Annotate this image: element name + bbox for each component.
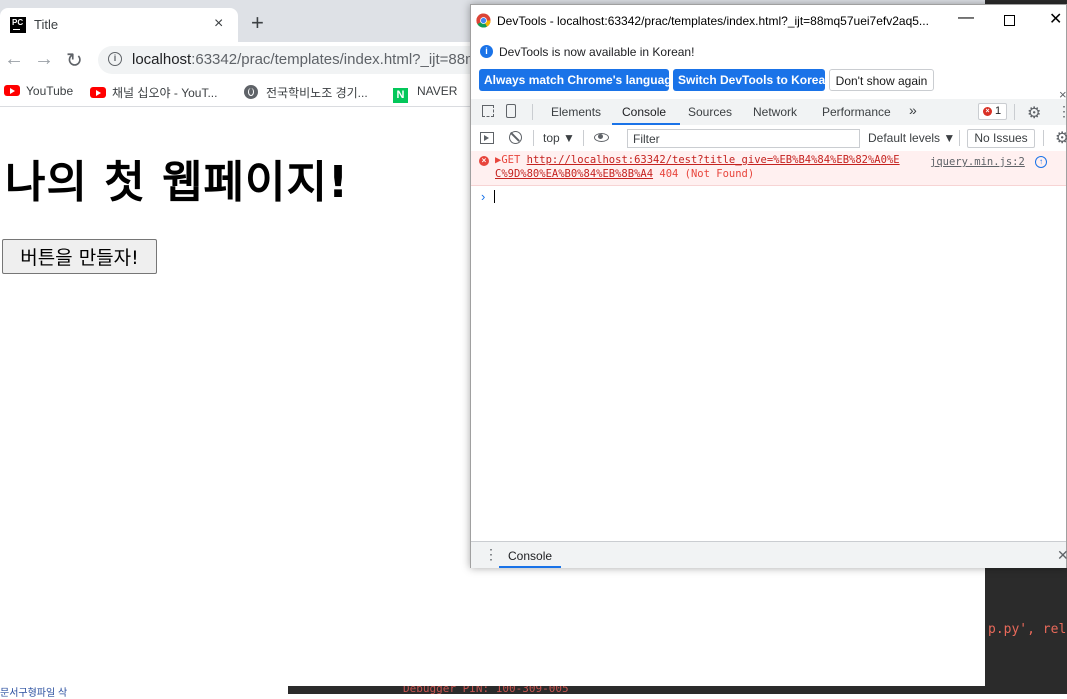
page-heading: 나의 첫 웹페이지!	[5, 157, 350, 208]
url-text[interactable]: localhost:63342/prac/templates/index.htm…	[132, 51, 486, 68]
url-path: :63342/prac/templates/index.html?_ijt=88…	[191, 51, 486, 68]
match-language-button[interactable]: Always match Chrome's language	[479, 69, 678, 91]
console-drawer: ⋮ Console ✕	[471, 541, 1067, 568]
divider	[1043, 130, 1044, 146]
drawer-tab-console[interactable]: Console	[508, 549, 552, 563]
bookmark-label: YouTube	[26, 84, 74, 98]
browser-tab[interactable]: PC Title ×	[0, 8, 238, 42]
taskbar-text: 문서구형파일 삭	[0, 688, 68, 699]
reload-icon[interactable]: ↻	[66, 48, 83, 73]
bookmark-naver[interactable]: N NAVER	[393, 84, 457, 103]
chrome-icon	[476, 13, 491, 28]
error-status: 404 (Not Found)	[659, 168, 755, 180]
close-icon[interactable]: ×	[214, 15, 223, 33]
drawer-close-icon[interactable]: ✕	[1057, 547, 1067, 564]
console-settings-icon[interactable]: ⚙	[1055, 128, 1067, 148]
pycharm-icon: PC	[10, 17, 26, 33]
back-arrow-icon[interactable]: ←	[4, 48, 24, 71]
editor-code-snippet: p.py', rel	[988, 622, 1067, 637]
error-icon: ×	[983, 107, 992, 116]
youtube-icon	[90, 87, 106, 98]
error-source-link[interactable]: jquery.min.js:2	[930, 156, 1025, 168]
live-expression-eye-icon[interactable]	[594, 133, 609, 142]
close-window-icon[interactable]: ✕	[1049, 9, 1062, 29]
drawer-active-indicator	[499, 566, 561, 568]
bookmark-label: 전국학비노조 경기...	[266, 86, 368, 100]
globe-icon	[244, 85, 258, 99]
more-options-icon[interactable]: ⋮	[1057, 103, 1067, 120]
error-method[interactable]: ▶GET	[495, 154, 520, 166]
settings-gear-icon[interactable]: ⚙	[1027, 103, 1041, 123]
site-info-icon[interactable]: i	[108, 52, 122, 66]
forward-arrow-icon[interactable]: →	[34, 48, 54, 71]
error-count-badge[interactable]: × 1	[978, 103, 1007, 120]
naver-icon: N	[393, 88, 408, 103]
error-url-part1[interactable]: http://localhost:63342/test?title_give=%…	[527, 154, 900, 166]
error-line-1: ▶GET http://localhost:63342/test?title_g…	[495, 154, 900, 166]
infobar-message: DevTools is now available in Korean!	[499, 45, 695, 59]
divider	[532, 104, 533, 120]
divider	[1014, 104, 1015, 120]
bookmark-label: NAVER	[417, 84, 458, 98]
switch-korean-button[interactable]: Switch DevTools to Korean	[673, 69, 832, 91]
console-toolbar: top ▼ Default levels ▼ No Issues ⚙	[471, 125, 1067, 152]
devtools-window: DevTools - localhost:63342/prac/template…	[470, 4, 1067, 568]
maximize-icon[interactable]	[1004, 15, 1015, 26]
info-icon: i	[480, 45, 493, 58]
tab-title: Title	[34, 17, 59, 32]
context-select[interactable]: top ▼	[543, 131, 575, 145]
new-tab-button[interactable]: +	[251, 12, 264, 34]
network-request-icon[interactable]: ↑	[1035, 156, 1047, 168]
more-tabs-icon[interactable]: »	[909, 102, 917, 118]
error-icon: ×	[479, 156, 489, 166]
terminal-snippet: Debugger PIN: 100-309-005	[403, 686, 569, 694]
error-count: 1	[995, 105, 1002, 117]
divider	[959, 130, 960, 146]
clear-console-icon[interactable]	[509, 131, 522, 144]
device-toggle-icon[interactable]	[506, 104, 516, 118]
language-infobar: i DevTools is now available in Korean! A…	[471, 37, 1067, 102]
tab-elements[interactable]: Elements	[551, 105, 601, 119]
issues-button[interactable]: No Issues	[967, 129, 1035, 148]
divider	[583, 130, 584, 146]
url-host: localhost	[132, 51, 192, 68]
tab-network[interactable]: Network	[753, 105, 797, 119]
bookmark-channel[interactable]: 채널 십오야 - YouT...	[90, 84, 217, 101]
bookmark-label: 채널 십오야 - YouT...	[112, 86, 218, 100]
sidebar-toggle-icon[interactable]	[480, 132, 494, 144]
tab-performance[interactable]: Performance	[822, 105, 891, 119]
dont-show-again-button[interactable]: Don't show again	[829, 69, 934, 91]
error-line-2: C%9D%80%EA%B0%84%EB%8B%A4 404 (Not Found…	[495, 168, 754, 180]
drawer-menu-icon[interactable]: ⋮	[484, 546, 498, 563]
error-url-part2[interactable]: C%9D%80%EA%B0%84%EB%8B%A4	[495, 168, 653, 180]
youtube-icon	[4, 85, 20, 96]
divider	[533, 130, 534, 146]
devtools-titlebar[interactable]: DevTools - localhost:63342/prac/template…	[471, 5, 1066, 37]
devtools-title: DevTools - localhost:63342/prac/template…	[497, 14, 929, 28]
log-levels-select[interactable]: Default levels ▼	[868, 131, 955, 145]
console-error-message: × ▶GET http://localhost:63342/test?title…	[471, 151, 1066, 186]
terminal-strip: Debugger PIN: 100-309-005	[288, 686, 988, 694]
minimize-icon[interactable]: —	[958, 9, 974, 27]
panel-tabs: Elements Console Sources Network Perform…	[471, 99, 1067, 126]
tab-sources[interactable]: Sources	[688, 105, 732, 119]
console-input-caret[interactable]	[494, 190, 495, 203]
tab-console[interactable]: Console	[622, 105, 666, 119]
console-prompt-icon: ›	[481, 189, 486, 204]
filter-input[interactable]	[627, 129, 860, 148]
make-button[interactable]: 버튼을 만들자!	[2, 239, 157, 274]
inspect-icon[interactable]	[482, 105, 494, 117]
bookmark-union[interactable]: 전국학비노조 경기...	[244, 84, 368, 101]
bookmark-youtube[interactable]: YouTube	[4, 84, 73, 98]
